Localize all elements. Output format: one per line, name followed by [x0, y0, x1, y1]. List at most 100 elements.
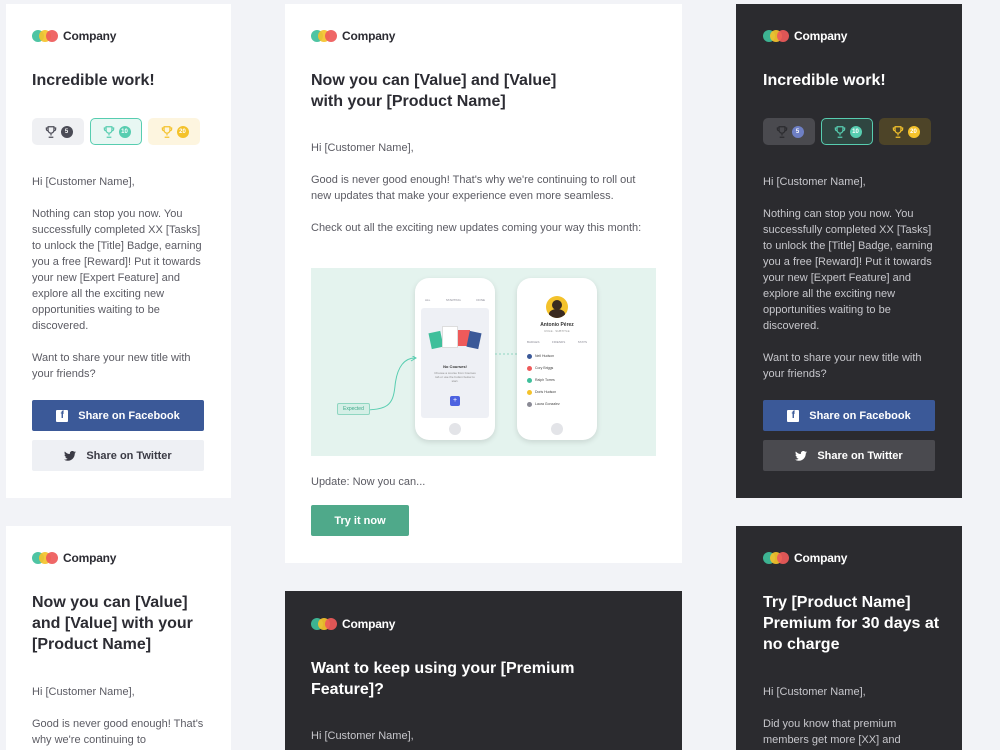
- tab-done[interactable]: DONE: [476, 298, 485, 306]
- email-title: Now you can [Value] and [Value] with you…: [32, 594, 193, 653]
- badge-gold[interactable]: 20: [879, 118, 931, 145]
- friend-name: Cory Briggs: [535, 366, 554, 370]
- logo-mark-icon: [311, 30, 338, 42]
- home-button: [551, 423, 563, 435]
- trophy-icon: [45, 125, 56, 138]
- home-button: [449, 423, 461, 435]
- badge-count: 20: [907, 125, 920, 138]
- body-paragraph: Good is never good enough! That's why we…: [32, 718, 204, 746]
- company-logo: Company: [32, 551, 116, 565]
- logo-mark-icon: [763, 552, 790, 564]
- badge-bronze[interactable]: 5: [763, 118, 815, 145]
- tab-friends[interactable]: FRIENDS: [552, 340, 565, 344]
- list-item[interactable]: Doris Hudson: [527, 386, 587, 398]
- update-line: Update: Now you can...: [311, 476, 426, 488]
- share-prompt: Want to share your new title with your f…: [32, 352, 191, 380]
- greeting: Hi [Customer Name],: [32, 176, 135, 188]
- company-logo: Company: [763, 29, 847, 43]
- share-twitter-button[interactable]: Share on Twitter: [32, 440, 204, 471]
- list-item[interactable]: Ralph Torres: [527, 374, 587, 386]
- body-paragraph: Check out all the exciting new updates c…: [311, 222, 642, 234]
- email-title: Incredible work!: [763, 72, 886, 89]
- expected-label: Expected: [337, 403, 370, 415]
- greeting: Hi [Customer Name],: [32, 686, 135, 698]
- badge-count: 10: [849, 125, 862, 138]
- greeting: Hi [Customer Name],: [311, 730, 414, 742]
- email-body: Hi [Customer Name], Nothing can stop you…: [763, 174, 941, 398]
- friends-list: Nell Hudson Cory Briggs Ralph Torres Dor…: [527, 350, 587, 410]
- friend-name: Doris Hudson: [535, 390, 557, 394]
- button-label: Share on Facebook: [78, 409, 180, 422]
- button-label: Share on Facebook: [809, 409, 911, 422]
- premium-keep-email-dark: Company Want to keep using your [Premium…: [285, 591, 682, 750]
- trophy-icon: [776, 125, 787, 138]
- company-logo: Company: [311, 29, 395, 43]
- logo-mark-icon: [311, 618, 338, 630]
- greeting: Hi [Customer Name],: [763, 686, 866, 698]
- try-it-now-button[interactable]: Try it now: [311, 505, 409, 536]
- friend-name: Nell Hudson: [535, 354, 555, 358]
- logo-mark-icon: [763, 30, 790, 42]
- tab-stats[interactable]: STATS: [578, 340, 587, 344]
- card-illustration: [428, 326, 482, 352]
- company-logo: Company: [763, 551, 847, 565]
- premium-trial-email-dark: Company Try [Product Name] Premium for 3…: [736, 526, 962, 750]
- body-paragraph: Nothing can stop you now. You successful…: [763, 208, 933, 332]
- product-illustration: ALL STARTING DONE No Courses! Choose a c…: [311, 268, 656, 456]
- badge-silver[interactable]: 10: [821, 118, 873, 145]
- list-item[interactable]: Laura Gonzalez: [527, 398, 587, 410]
- brand-name: Company: [794, 551, 848, 565]
- twitter-icon: [795, 450, 808, 462]
- phone-mockup-profile: Antonio Pérez ROLE · SUBTITLE BADGES FRI…: [517, 278, 597, 440]
- profile-subtitle: ROLE · SUBTITLE: [544, 329, 570, 333]
- email-title: Try [Product Name] Premium for 30 days a…: [763, 594, 940, 653]
- trophy-icon: [103, 125, 114, 138]
- add-course-button[interactable]: +: [450, 396, 460, 406]
- share-facebook-button[interactable]: f Share on Facebook: [763, 400, 935, 431]
- badge-gold[interactable]: 20: [148, 118, 200, 145]
- update-email-light-small: Company Now you can [Value] and [Value] …: [6, 526, 231, 750]
- tab-badges[interactable]: BADGES: [527, 340, 540, 344]
- greeting: Hi [Customer Name],: [311, 142, 414, 154]
- email-title: Want to keep using your [Premium Feature…: [311, 660, 575, 698]
- list-item[interactable]: Nell Hudson: [527, 350, 587, 362]
- facebook-icon: f: [787, 409, 800, 422]
- friend-name: Ralph Torres: [535, 378, 555, 382]
- tab-bar: ALL STARTING DONE: [425, 298, 485, 306]
- dashed-connector: [495, 353, 519, 355]
- flow-connector: [360, 356, 417, 411]
- email-title: Incredible work!: [32, 72, 155, 89]
- badge-bronze[interactable]: 5: [32, 118, 84, 145]
- button-label: Share on Twitter: [817, 449, 903, 462]
- profile-name: Antonio Pérez: [540, 322, 574, 328]
- badge-count: 5: [791, 125, 804, 138]
- facebook-icon: f: [56, 409, 69, 422]
- brand-name: Company: [342, 617, 396, 631]
- empty-text: Choose a course from Courses tab or use …: [434, 371, 476, 383]
- achievement-email-light: Company Incredible work! 5 10 20 Hi [Cus…: [6, 4, 231, 498]
- badge-count: 20: [176, 125, 189, 138]
- button-label: Share on Twitter: [86, 449, 172, 462]
- email-body: Hi [Customer Name], Good is never good e…: [311, 140, 656, 252]
- profile-avatar: [546, 296, 568, 318]
- list-item[interactable]: Cory Briggs: [527, 362, 587, 374]
- email-body: Hi [Customer Name], Did you know that pr…: [763, 684, 933, 750]
- badge-row: 5 10 20: [763, 118, 937, 145]
- trophy-icon: [161, 125, 172, 138]
- achievement-email-dark: Company Incredible work! 5 10 20 Hi [Cus…: [736, 4, 962, 498]
- body-paragraph: Did you know that premium members get mo…: [763, 718, 901, 746]
- body-paragraph: Good is never good enough! That's why we…: [311, 174, 636, 202]
- body-paragraph: Nothing can stop you now. You successful…: [32, 208, 202, 332]
- tab-starting[interactable]: STARTING: [446, 298, 461, 306]
- title-line-1: Now you can [Value] and [Value]: [311, 72, 557, 89]
- tab-all[interactable]: ALL: [425, 298, 430, 306]
- badge-silver[interactable]: 10: [90, 118, 142, 145]
- company-logo: Company: [32, 29, 116, 43]
- share-facebook-button[interactable]: f Share on Facebook: [32, 400, 204, 431]
- brand-name: Company: [794, 29, 848, 43]
- greeting: Hi [Customer Name],: [763, 176, 866, 188]
- friend-name: Laura Gonzalez: [535, 402, 560, 406]
- share-twitter-button[interactable]: Share on Twitter: [763, 440, 935, 471]
- badge-count: 5: [60, 125, 73, 138]
- logo-mark-icon: [32, 30, 59, 42]
